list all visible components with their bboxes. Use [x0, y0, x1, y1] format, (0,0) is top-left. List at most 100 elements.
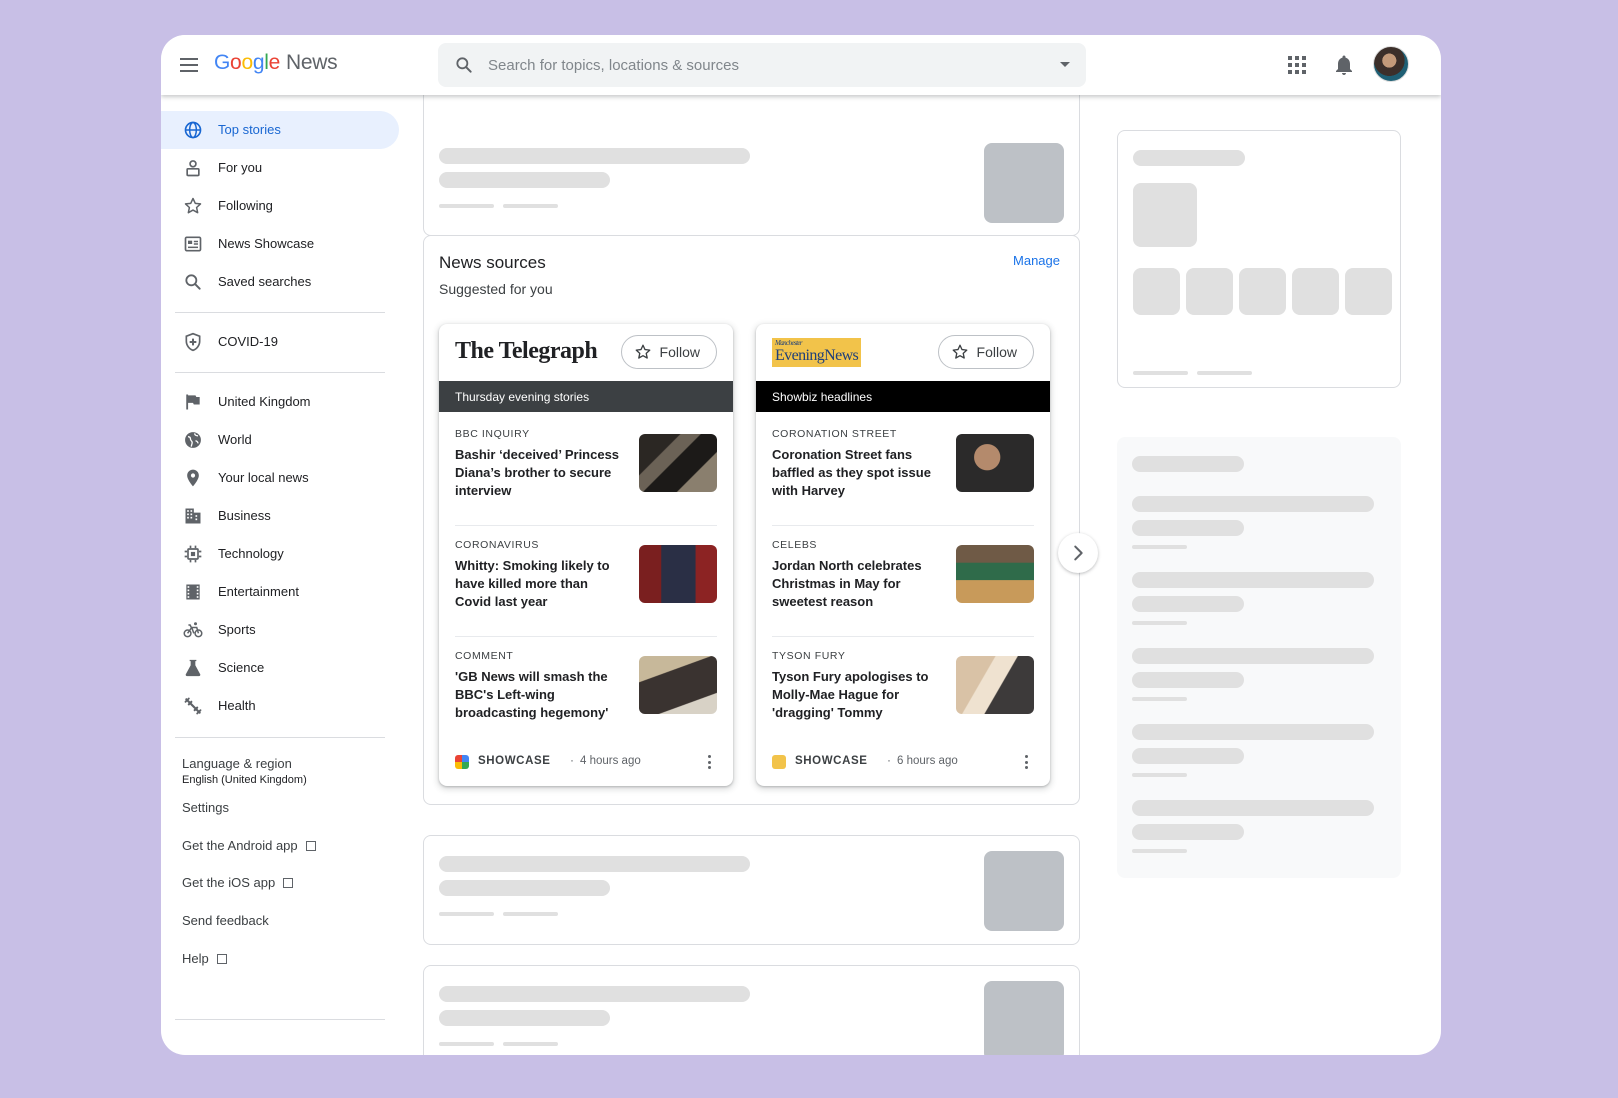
top-bar: Google News — [161, 35, 1441, 95]
search-input[interactable] — [488, 43, 1028, 87]
sidebar-item-science[interactable]: Science — [161, 649, 399, 687]
story-headline[interactable]: Coronation Street fans baffled as they s… — [772, 446, 944, 500]
source-card-manchester-evening-news[interactable]: Manchester EveningNews Follow Showbiz he… — [756, 324, 1050, 786]
loading-story-card — [423, 835, 1080, 945]
story-category: BBC INQUIRY — [455, 428, 530, 440]
sidebar-item-top-stories[interactable]: Top stories — [161, 111, 399, 149]
news-sources-module: News sources Suggested for you Manage Th… — [423, 235, 1080, 805]
story-headline[interactable]: 'GB News will smash the BBC's Left-wing … — [455, 668, 627, 722]
apps-icon[interactable] — [1288, 56, 1306, 74]
settings-link[interactable]: Settings — [182, 800, 229, 815]
separator-dot: · — [570, 753, 574, 767]
sidebar-item-news-showcase[interactable]: News Showcase — [161, 225, 399, 263]
skeleton-line — [503, 1042, 558, 1046]
help-link[interactable]: Help — [182, 951, 227, 966]
open-external-icon — [305, 841, 316, 851]
sidebar-item-sports[interactable]: Sports — [161, 611, 399, 649]
follow-label: Follow — [659, 344, 700, 360]
sidebar-item-covid-19[interactable]: COVID-19 — [161, 323, 399, 361]
story-item[interactable]: CORONATION STREET Coronation Street fans… — [772, 414, 1034, 526]
sidebar-item-for-you[interactable]: For you — [161, 149, 399, 187]
skeleton-line — [1132, 456, 1244, 472]
skeleton-image — [984, 143, 1064, 223]
story-thumbnail[interactable] — [956, 434, 1034, 492]
story-headline[interactable]: Whitty: Smoking likely to have killed mo… — [455, 557, 627, 611]
story-headline[interactable]: Bashir ‘deceived’ Princess Diana’s broth… — [455, 446, 627, 500]
google-news-logo[interactable]: Google News — [214, 51, 338, 75]
search-bar[interactable] — [438, 43, 1086, 87]
showcase-icon — [184, 236, 202, 252]
skeleton-line — [503, 204, 558, 208]
carousel-next-button[interactable] — [1058, 533, 1098, 573]
more-options-icon[interactable] — [1018, 754, 1034, 770]
source-card-telegraph[interactable]: The Telegraph Follow Thursday evening st… — [439, 324, 733, 786]
sidebar-item-following[interactable]: Following — [161, 187, 399, 225]
story-thumbnail[interactable] — [956, 545, 1034, 603]
sidebar-item-label: World — [218, 432, 252, 447]
telegraph-logo[interactable]: The Telegraph — [455, 338, 598, 365]
skeleton-line — [1132, 824, 1244, 840]
manage-link[interactable]: Manage — [1013, 253, 1060, 268]
skeleton-line — [1132, 496, 1374, 512]
loading-story-card — [423, 965, 1080, 1055]
sidebar-item-health[interactable]: Health — [161, 687, 399, 725]
manchester-evening-news-logo[interactable]: Manchester EveningNews — [772, 338, 862, 367]
skeleton-line — [439, 986, 750, 1002]
skeleton-line — [439, 172, 610, 188]
location-pin-icon — [187, 469, 199, 487]
star-icon — [635, 344, 650, 359]
language-region-link[interactable]: Language & region — [182, 756, 292, 771]
sidebar-item-business[interactable]: Business — [161, 497, 399, 535]
follow-button[interactable]: Follow — [937, 335, 1034, 369]
menu-icon[interactable] — [177, 53, 201, 77]
story-thumbnail[interactable] — [956, 656, 1034, 714]
story-item[interactable]: COMMENT 'GB News will smash the BBC's Le… — [455, 636, 717, 748]
account-avatar[interactable] — [1373, 46, 1409, 82]
skeleton-line — [439, 912, 494, 916]
skeleton-line — [439, 204, 494, 208]
showcase-icon — [455, 755, 469, 769]
more-options-icon[interactable] — [701, 754, 717, 770]
story-headline[interactable]: Tyson Fury apologises to Molly-Mae Hague… — [772, 668, 944, 722]
sidebar-item-united-kingdom[interactable]: United Kingdom — [161, 383, 399, 421]
skeleton-line — [1132, 520, 1244, 536]
open-external-icon — [216, 954, 227, 964]
story-category: CORONATION STREET — [772, 428, 897, 440]
sidebar-item-label: News Showcase — [218, 236, 315, 251]
skeleton-tile — [1239, 268, 1286, 315]
chevron-right-icon — [1074, 545, 1083, 561]
follow-label: Follow — [976, 344, 1017, 360]
timestamp: 4 hours ago — [580, 755, 641, 767]
story-item[interactable]: BBC INQUIRY Bashir ‘deceived’ Princess D… — [455, 414, 717, 526]
skeleton-line — [1132, 648, 1374, 664]
android-app-link[interactable]: Get the Android app — [182, 838, 316, 853]
story-thumbnail[interactable] — [639, 545, 717, 603]
dropdown-icon[interactable] — [1060, 62, 1070, 67]
story-item[interactable]: TYSON FURY Tyson Fury apologises to Moll… — [772, 636, 1034, 748]
story-thumbnail[interactable] — [639, 656, 717, 714]
skeleton-line — [1132, 545, 1187, 549]
story-thumbnail[interactable] — [639, 434, 717, 492]
bicycle-icon — [183, 622, 203, 638]
skeleton-line — [439, 856, 750, 872]
flask-icon — [185, 659, 201, 677]
search-icon[interactable] — [454, 55, 474, 75]
sidebar-divider — [175, 312, 385, 313]
sidebar-item-local-news[interactable]: Your local news — [161, 459, 399, 497]
sidebar-item-world[interactable]: World — [161, 421, 399, 459]
news-sources-subtitle: Suggested for you — [439, 281, 553, 297]
story-item[interactable]: CORONAVIRUS Whitty: Smoking likely to ha… — [455, 525, 717, 637]
story-headline[interactable]: Jordan North celebrates Christmas in May… — [772, 557, 944, 611]
sidebar-item-technology[interactable]: Technology — [161, 535, 399, 573]
ios-app-link[interactable]: Get the iOS app — [182, 875, 294, 890]
story-item[interactable]: CELEBS Jordan North celebrates Christmas… — [772, 525, 1034, 637]
sidebar-item-label: Sports — [218, 622, 256, 637]
follow-button[interactable]: Follow — [620, 335, 717, 369]
sidebar-item-saved-searches[interactable]: Saved searches — [161, 263, 399, 301]
logo-letter: G — [214, 51, 231, 74]
sidebar-item-entertainment[interactable]: Entertainment — [161, 573, 399, 611]
showcase-label: SHOWCASE — [795, 755, 868, 767]
logo-small-text: Manchester — [775, 339, 803, 347]
notifications-icon[interactable] — [1332, 53, 1356, 77]
send-feedback-link[interactable]: Send feedback — [182, 913, 269, 928]
